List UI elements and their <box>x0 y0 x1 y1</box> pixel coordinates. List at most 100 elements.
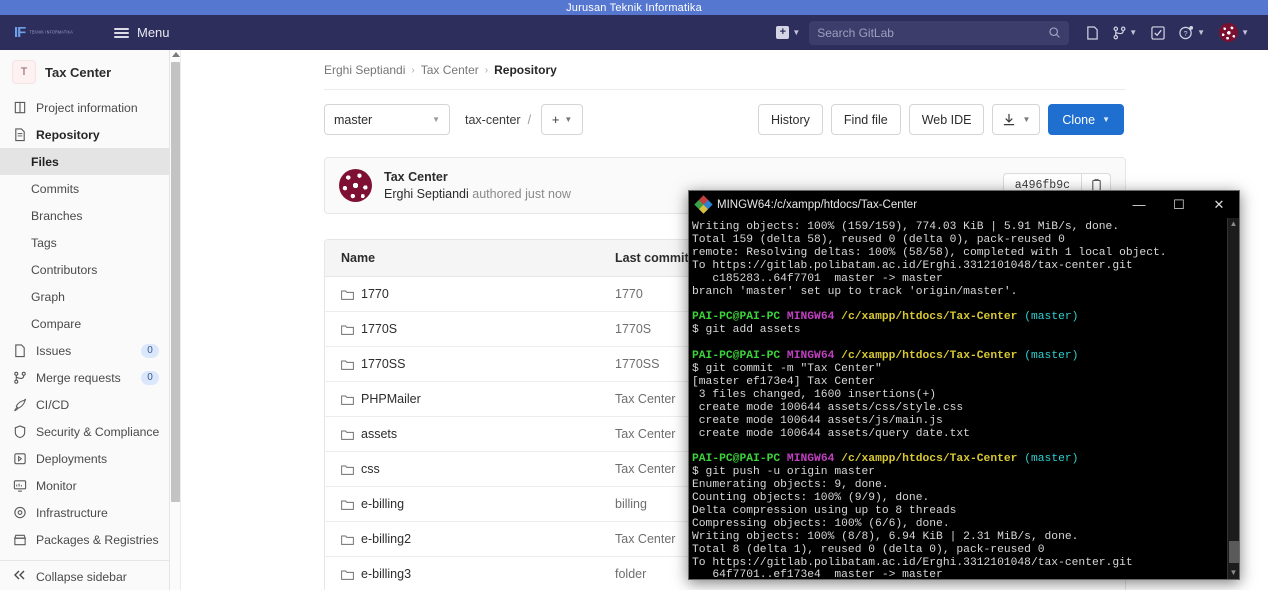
sidebar-item-label: Repository <box>36 127 100 142</box>
brand-subtitle: TEKNIK INFORMATIKA <box>29 29 74 35</box>
sidebar-item-tags[interactable]: Tags <box>0 229 169 256</box>
user-avatar <box>1219 23 1239 42</box>
sidebar-item-security-compliance[interactable]: Security & Compliance <box>0 418 169 445</box>
issues-button[interactable] <box>1081 22 1104 44</box>
chevron-down-icon: ▼ <box>432 115 440 124</box>
sidebar-scrollbar-thumb[interactable] <box>171 62 180 502</box>
search-input[interactable]: Search GitLab <box>809 20 1070 45</box>
todos-button[interactable] <box>1146 22 1170 44</box>
hamburger-icon <box>114 27 129 38</box>
file-name-cell[interactable]: css <box>325 462 615 476</box>
sidebar-item-deployments[interactable]: Deployments <box>0 445 169 472</box>
branch-selector[interactable]: master ▼ <box>324 104 450 135</box>
sidebar-item-branches[interactable]: Branches <box>0 202 169 229</box>
sidebar-scrollbar[interactable] <box>170 50 181 590</box>
sidebar-item-label: Contributors <box>31 262 98 277</box>
brand-logo[interactable]: IF TEKNIK INFORMATIKA <box>14 24 94 41</box>
folder-icon <box>341 395 354 405</box>
sidebar-item-label: Monitor <box>36 478 77 493</box>
help-button[interactable]: ? ▼ <box>1174 21 1210 44</box>
file-name-label: e-billing3 <box>361 567 412 581</box>
file-name-label: e-billing <box>361 497 405 511</box>
main-menu-button[interactable]: Menu <box>108 21 176 44</box>
web-ide-button[interactable]: Web IDE <box>908 104 985 135</box>
sidebar-item-monitor[interactable]: Monitor <box>0 472 169 499</box>
clone-button[interactable]: Clone ▼ <box>1048 104 1124 135</box>
file-name-cell[interactable]: 1770 <box>325 287 615 301</box>
user-menu-button[interactable]: ▼ <box>1214 19 1254 46</box>
terminal-title: MINGW64:/c/xampp/htdocs/Tax-Center <box>717 198 918 211</box>
brand-logo-text: IF <box>14 24 26 41</box>
mingw64-terminal-window[interactable]: MINGW64:/c/xampp/htdocs/Tax-Center — ☐ ✕… <box>688 190 1240 580</box>
folder-icon <box>341 465 354 475</box>
collapse-sidebar-button[interactable]: Collapse sidebar <box>0 561 169 590</box>
minimize-button[interactable]: — <box>1119 191 1159 218</box>
terminal-scroll-down-icon[interactable]: ▼ <box>1228 567 1239 579</box>
sidebar-item-packages-registries[interactable]: Packages & Registries <box>0 526 169 553</box>
search-icon <box>1049 27 1061 38</box>
plus-icon: + <box>776 26 790 39</box>
terminal-scroll-up-icon[interactable]: ▲ <box>1228 218 1239 230</box>
sidebar-item-issues[interactable]: Issues 0 <box>0 337 169 364</box>
repo-path-label[interactable]: tax-center <box>465 113 521 127</box>
commit-author-avatar <box>339 169 372 202</box>
close-button[interactable]: ✕ <box>1199 191 1239 218</box>
commit-meta: Erghi Septiandi authored just now <box>384 187 571 201</box>
chevron-down-icon: ▼ <box>1241 28 1249 37</box>
sidebar-item-label: Merge requests <box>36 370 121 385</box>
clone-button-label: Clone <box>1062 112 1096 127</box>
terminal-scrollbar[interactable]: ▲ ▼ <box>1227 218 1239 579</box>
new-item-dropdown[interactable]: + ▼ <box>771 22 805 43</box>
file-name-cell[interactable]: PHPMailer <box>325 392 615 406</box>
sidebar-item-infrastructure[interactable]: Infrastructure <box>0 499 169 526</box>
file-name-cell[interactable]: 1770S <box>325 322 615 336</box>
file-name-cell[interactable]: e-billing <box>325 497 615 511</box>
breadcrumb-item-project[interactable]: Tax Center <box>421 63 479 77</box>
sidebar-item-project-information[interactable]: Project information <box>0 94 169 121</box>
sidebar-item-repository[interactable]: Repository <box>0 121 169 148</box>
sidebar-project-header[interactable]: T Tax Center <box>0 50 169 94</box>
sidebar-item-label: Issues <box>36 343 72 358</box>
terminal-titlebar[interactable]: MINGW64:/c/xampp/htdocs/Tax-Center — ☐ ✕ <box>689 191 1239 218</box>
sidebar-item-contributors[interactable]: Contributors <box>0 256 169 283</box>
chevron-down-icon: ▼ <box>1022 115 1031 124</box>
maximize-button[interactable]: ☐ <box>1159 191 1199 218</box>
add-to-repo-dropdown[interactable]: + ▼ <box>541 104 584 135</box>
merge-request-icon <box>13 371 27 385</box>
sidebar-item-commits[interactable]: Commits <box>0 175 169 202</box>
chevron-down-icon: ▼ <box>1129 28 1138 37</box>
download-icon <box>1004 113 1015 125</box>
sidebar-item-merge-requests[interactable]: Merge requests 0 <box>0 364 169 391</box>
file-name-label: 1770SS <box>361 357 406 371</box>
folder-icon <box>341 430 354 440</box>
terminal-output[interactable]: Writing objects: 100% (159/159), 774.03 … <box>689 218 1229 579</box>
breadcrumb-item-user[interactable]: Erghi Septiandi <box>324 63 405 77</box>
sidebar-item-compare[interactable]: Compare <box>0 310 169 337</box>
breadcrumb-item-current: Repository <box>494 63 557 77</box>
find-file-button[interactable]: Find file <box>830 104 901 135</box>
scroll-up-arrow-icon[interactable] <box>172 52 180 57</box>
terminal-scrollbar-thumb[interactable] <box>1229 541 1239 563</box>
sidebar-item-files[interactable]: Files <box>0 148 169 175</box>
monitor-icon <box>13 479 27 493</box>
branch-selector-value: master <box>334 112 373 127</box>
folder-icon <box>341 325 354 335</box>
commit-message[interactable]: Tax Center <box>384 170 571 184</box>
os-window-titlebar: Jurusan Teknik Informatika <box>0 0 1268 15</box>
file-name-cell[interactable]: e-billing2 <box>325 532 615 546</box>
breadcrumb-separator: › <box>411 64 415 76</box>
sidebar-item-graph[interactable]: Graph <box>0 283 169 310</box>
file-name-cell[interactable]: assets <box>325 427 615 441</box>
download-dropdown-button[interactable]: ▼ <box>992 104 1041 135</box>
file-name-cell[interactable]: 1770SS <box>325 357 615 371</box>
sidebar-item-ci-cd[interactable]: CI/CD <box>0 391 169 418</box>
chevrons-left-icon <box>13 569 27 584</box>
project-sidebar: T Tax Center Project information Reposito… <box>0 50 170 590</box>
help-question-icon: ? <box>1179 25 1194 40</box>
commit-author-name[interactable]: Erghi Septiandi <box>384 187 469 201</box>
file-name-cell[interactable]: e-billing3 <box>325 567 615 581</box>
history-button[interactable]: History <box>758 104 823 135</box>
commit-timestamp: authored just now <box>472 187 571 201</box>
project-name: Tax Center <box>45 64 112 80</box>
merge-requests-button[interactable]: ▼ <box>1108 22 1142 44</box>
